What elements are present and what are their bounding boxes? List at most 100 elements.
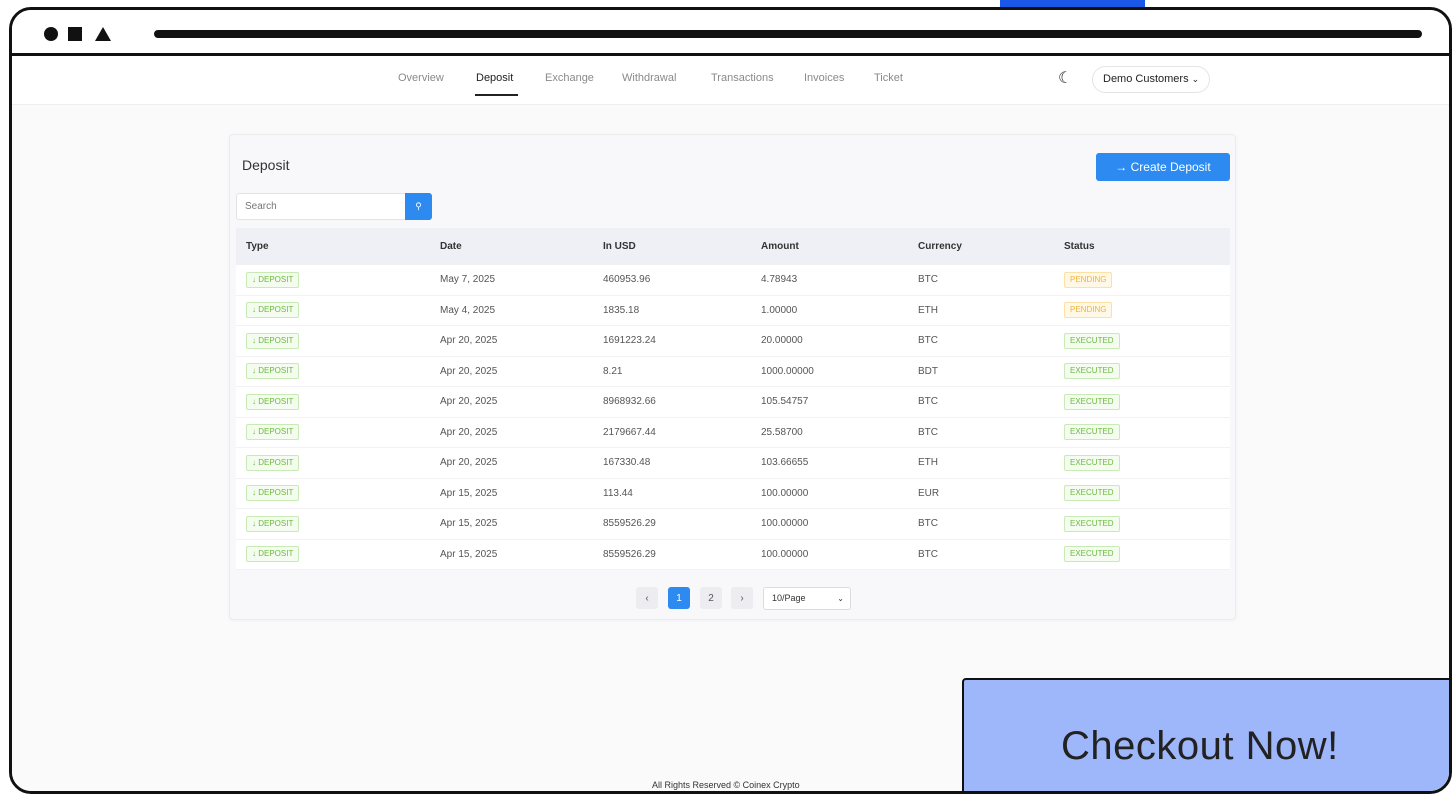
date-cell: Apr 15, 2025 [440, 487, 498, 499]
status-badge: EXECUTED [1064, 515, 1120, 532]
usd-cell: 460953.96 [603, 274, 651, 286]
arrow-right-icon: → [1115, 160, 1128, 174]
deposit-table: Type Date In USD Amount Currency Status … [236, 228, 1230, 570]
status-badge: EXECUTED [1064, 363, 1120, 380]
usd-cell: 1691223.24 [603, 335, 656, 347]
type-label: DEPOSIT [258, 488, 294, 498]
active-tab-indicator [475, 94, 518, 96]
amount-cell: 20.00000 [761, 335, 803, 347]
amount-cell: 4.78943 [761, 274, 798, 286]
nav-item-invoices[interactable]: Invoices [804, 72, 844, 84]
per-page-select[interactable]: 10/Page ⌄ [763, 587, 851, 610]
type-badge: ↓ DEPOSIT [246, 485, 300, 502]
page-1-button[interactable]: 1 [668, 587, 690, 609]
status-badge: PENDING [1064, 271, 1113, 288]
create-deposit-button[interactable]: → Create Deposit [1096, 153, 1230, 181]
usd-cell: 8968932.66 [603, 396, 656, 408]
date-cell: May 4, 2025 [440, 304, 496, 316]
table-row[interactable]: ↓ DEPOSIT May 4, 2025 1835.18 1.00000 ETH PEN… [236, 295, 1230, 326]
currency-cell: BTC [918, 548, 938, 560]
status-badge: EXECUTED [1064, 424, 1120, 441]
status-cell: EXECUTED [1064, 546, 1120, 563]
status-badge: EXECUTED [1064, 332, 1120, 349]
table-row[interactable]: ↓ DEPOSIT Apr 15, 2025 8559526.29 100.00000… [236, 539, 1230, 570]
type-label: DEPOSIT [258, 518, 294, 528]
type-label: DEPOSIT [258, 366, 294, 376]
type-cell: ↓ DEPOSIT [246, 393, 300, 410]
currency-cell: ETH [918, 304, 938, 316]
type-label: DEPOSIT [258, 549, 294, 559]
amount-cell: 100.00000 [761, 548, 809, 560]
date-cell: Apr 15, 2025 [440, 518, 498, 530]
table-row[interactable]: ↓ DEPOSIT Apr 20, 2025 2179667.44 25.58700 B… [236, 417, 1230, 448]
type-cell: ↓ DEPOSIT [246, 485, 300, 502]
type-label: DEPOSIT [258, 274, 294, 284]
search-button[interactable]: ⚲ [405, 193, 432, 220]
currency-cell: BDT [918, 365, 938, 377]
currency-cell: ETH [918, 457, 938, 469]
type-badge: ↓ DEPOSIT [246, 546, 300, 563]
amount-cell: 105.54757 [761, 396, 809, 408]
type-badge: ↓ DEPOSIT [246, 363, 300, 380]
nav-item-overview[interactable]: Overview [398, 72, 444, 84]
table-row[interactable]: ↓ DEPOSIT Apr 15, 2025 113.44 100.00000 EUR E… [236, 478, 1230, 509]
table-header: Type Date In USD Amount Currency Status [236, 228, 1230, 265]
status-cell: PENDING [1064, 302, 1113, 319]
header-amount: Amount [761, 241, 799, 252]
browser-toolbar [12, 10, 1449, 56]
currency-cell: BTC [918, 426, 938, 438]
per-page-value: 10/Page [772, 593, 806, 603]
currency-cell: BTC [918, 518, 938, 530]
nav-item-transactions[interactable]: Transactions [711, 72, 774, 84]
type-badge: ↓ DEPOSIT [246, 271, 300, 288]
amount-cell: 25.58700 [761, 426, 803, 438]
type-badge: ↓ DEPOSIT [246, 393, 300, 410]
date-cell: Apr 20, 2025 [440, 396, 498, 408]
status-cell: PENDING [1064, 271, 1113, 288]
header-type: Type [246, 241, 269, 252]
type-badge: ↓ DEPOSIT [246, 454, 300, 471]
page-2-button[interactable]: 2 [700, 587, 722, 609]
moon-icon[interactable]: ☾ [1058, 68, 1072, 88]
circle-icon [44, 27, 58, 41]
status-cell: EXECUTED [1064, 424, 1120, 441]
user-name: Demo Customers [1103, 73, 1189, 85]
address-bar[interactable] [154, 30, 1422, 38]
type-label: DEPOSIT [258, 305, 294, 315]
amount-cell: 1000.00000 [761, 365, 814, 377]
chevron-down-icon: ⌄ [837, 594, 844, 603]
table-row[interactable]: ↓ DEPOSIT Apr 15, 2025 8559526.29 100.00000… [236, 509, 1230, 540]
amount-cell: 103.66655 [761, 457, 809, 469]
next-page-button[interactable]: › [731, 587, 753, 609]
type-cell: ↓ DEPOSIT [246, 363, 300, 380]
type-cell: ↓ DEPOSIT [246, 271, 300, 288]
nav-item-ticket[interactable]: Ticket [874, 72, 903, 84]
prev-page-button[interactable]: ‹ [636, 587, 658, 609]
nav-item-exchange[interactable]: Exchange [545, 72, 594, 84]
table-row[interactable]: ↓ DEPOSIT Apr 20, 2025 8.21 1000.00000 BDT EX… [236, 356, 1230, 387]
table-row[interactable]: ↓ DEPOSIT May 7, 2025 460953.96 4.78943 BTC P… [236, 265, 1230, 296]
type-label: DEPOSIT [258, 457, 294, 467]
search-input[interactable] [236, 193, 405, 220]
status-badge: EXECUTED [1064, 485, 1120, 502]
header-date: Date [440, 241, 462, 252]
nav-item-deposit[interactable]: Deposit [476, 72, 513, 84]
user-menu-button[interactable]: Demo Customers ⌄ [1092, 66, 1211, 93]
type-cell: ↓ DEPOSIT [246, 302, 300, 319]
table-row[interactable]: ↓ DEPOSIT Apr 20, 2025 167330.48 103.66655 E… [236, 448, 1230, 479]
checkout-banner[interactable]: Checkout Now! [962, 678, 1449, 791]
table-row[interactable]: ↓ DEPOSIT Apr 20, 2025 8968932.66 105.54757… [236, 387, 1230, 418]
type-label: DEPOSIT [258, 427, 294, 437]
type-cell: ↓ DEPOSIT [246, 332, 300, 349]
amount-cell: 100.00000 [761, 518, 809, 530]
table-row[interactable]: ↓ DEPOSIT Apr 20, 2025 1691223.24 20.00000 B… [236, 326, 1230, 357]
chevron-right-icon: › [740, 592, 744, 604]
type-label: DEPOSIT [258, 396, 294, 406]
type-badge: ↓ DEPOSIT [246, 424, 300, 441]
square-icon [68, 27, 82, 41]
create-deposit-label: Create Deposit [1130, 160, 1211, 174]
status-cell: EXECUTED [1064, 393, 1120, 410]
usd-cell: 8559526.29 [603, 548, 656, 560]
nav-item-withdrawal[interactable]: Withdrawal [622, 72, 676, 84]
currency-cell: BTC [918, 274, 938, 286]
